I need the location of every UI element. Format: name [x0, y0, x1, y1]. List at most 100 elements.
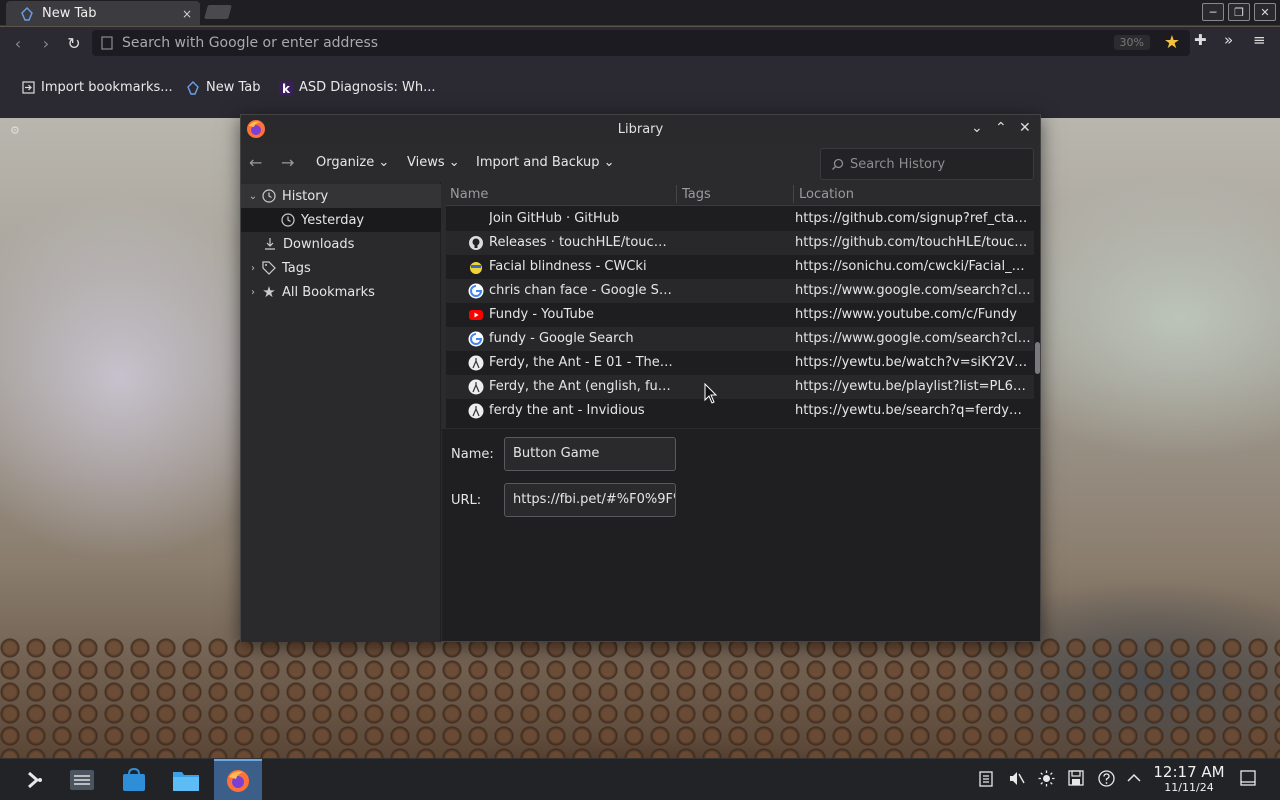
sidebar-item-tags[interactable]: › Tags	[241, 256, 441, 280]
github-icon	[468, 235, 484, 251]
row-location: https://www.google.com/search?clie...	[795, 283, 1031, 298]
invidious-icon	[468, 379, 484, 395]
reload-icon[interactable]: ↻	[60, 29, 88, 57]
desktop-settings-icon[interactable]: ⚙	[10, 124, 20, 137]
minimize-button[interactable]: ─	[1202, 3, 1224, 21]
star-icon: ★	[262, 283, 276, 301]
volume-muted-icon[interactable]	[1008, 770, 1026, 787]
bookmark-asd-diagnosis[interactable]: k ASD Diagnosis: Wh...	[279, 80, 435, 95]
row-name: chris chan face - Google Se...	[489, 283, 674, 298]
name-field[interactable]: Button Game	[504, 437, 676, 471]
url-field[interactable]: https://fbi.pet/#%F0%9F%	[504, 483, 676, 517]
search-placeholder: Search History	[850, 156, 946, 172]
row-name: Ferdy, the Ant (english, full ...	[489, 379, 674, 394]
brightness-icon[interactable]	[1038, 770, 1055, 787]
close-window-button[interactable]: ✕	[1254, 3, 1276, 21]
app-launcher-icon[interactable]	[12, 759, 56, 800]
show-desktop-icon[interactable]	[1240, 770, 1256, 786]
bookmark-label: Import bookmarks...	[41, 80, 173, 95]
table-row[interactable]: Releases · touchHLE/touch... https://git…	[446, 231, 1034, 255]
back-arrow-icon[interactable]: ←	[249, 153, 262, 172]
system-settings-icon[interactable]	[60, 759, 104, 800]
download-icon	[261, 236, 279, 252]
firefox-taskbar-icon[interactable]	[214, 759, 262, 800]
clock-icon	[279, 212, 297, 228]
table-scrollbar[interactable]	[1035, 342, 1040, 374]
views-menu[interactable]: Views ⌄	[407, 155, 460, 170]
library-toolbar: ← → Organize ⌄ Views ⌄ Import and Backup…	[241, 145, 1040, 181]
firefox-icon	[20, 6, 34, 21]
history-table: Name Tags Location Join GitHub · GitHub …	[446, 182, 1040, 428]
search-history-input[interactable]: Search History	[820, 148, 1034, 180]
bookmark-import[interactable]: Import bookmarks...	[22, 80, 173, 95]
forward-icon[interactable]: ›	[32, 29, 60, 57]
organize-menu[interactable]: Organize ⌄	[316, 155, 389, 170]
table-row[interactable]: fundy - Google Search https://www.google…	[446, 327, 1034, 351]
bookmark-star-icon[interactable]: ★	[1164, 32, 1180, 53]
save-disk-icon[interactable]	[1068, 770, 1084, 786]
address-bar[interactable]: Search with Google or enter address 30% …	[92, 30, 1190, 56]
row-name: Releases · touchHLE/touch...	[489, 235, 674, 250]
table-row[interactable]: chris chan face - Google Se... https://w…	[446, 279, 1034, 303]
table-row[interactable]: Ferdy, the Ant (english, full ... https:…	[446, 375, 1034, 399]
maximize-chevron-icon[interactable]: ⌃	[995, 120, 1007, 136]
page-icon	[101, 36, 113, 50]
tab-close-icon[interactable]: ×	[182, 7, 192, 21]
library-close-icon[interactable]: ✕	[1019, 120, 1031, 136]
library-titlebar: Library ⌄ ⌃ ✕	[241, 115, 1040, 143]
back-icon[interactable]: ‹	[4, 29, 32, 57]
sidebar-item-yesterday[interactable]: Yesterday	[241, 208, 441, 232]
zoom-level-indicator[interactable]: 30%	[1113, 35, 1150, 50]
discover-store-icon[interactable]	[112, 759, 156, 800]
tray-expand-chevron-icon[interactable]	[1126, 770, 1142, 786]
library-title: Library	[617, 121, 664, 137]
sidebar-item-all-bookmarks[interactable]: › ★ All Bookmarks	[241, 280, 441, 304]
tab-new-tab[interactable]: New Tab ×	[6, 1, 200, 26]
row-location: https://yewtu.be/watch?v=siKY2VRy0...	[795, 355, 1031, 370]
help-icon[interactable]	[1098, 770, 1115, 787]
row-name: ferdy the ant - Invidious	[489, 403, 645, 418]
tag-icon	[260, 260, 278, 276]
mouse-cursor-icon	[704, 383, 718, 405]
row-location: https://yewtu.be/search?q=ferdy+the...	[795, 403, 1031, 418]
bookmark-label: ASD Diagnosis: Wh...	[299, 80, 436, 95]
sidebar-item-history[interactable]: ⌄ History	[241, 184, 441, 208]
table-row[interactable]: ferdy the ant - Invidious https://yewtu.…	[446, 399, 1034, 423]
chevron-right-icon[interactable]: ›	[246, 263, 260, 274]
row-name: Ferdy, the Ant - E 01 - The d...	[489, 355, 674, 370]
address-input[interactable]: Search with Google or enter address	[122, 35, 1190, 51]
bookmark-new-tab[interactable]: New Tab	[186, 80, 261, 95]
table-row[interactable]: Ferdy, the Ant - E 01 - The d... https:/…	[446, 351, 1034, 375]
chevron-right-icon[interactable]: ›	[246, 287, 260, 298]
url-label: URL:	[451, 493, 482, 508]
column-header-name[interactable]: Name	[450, 187, 488, 202]
import-backup-menu[interactable]: Import and Backup ⌄	[476, 155, 615, 170]
table-row[interactable]: Facial blindness - CWCki https://sonichu…	[446, 255, 1034, 279]
clock-date: 11/11/24	[1164, 781, 1214, 794]
sidebar-item-downloads[interactable]: Downloads	[241, 232, 441, 256]
new-tab-button[interactable]	[204, 5, 232, 19]
hamburger-menu-icon[interactable]: ≡	[1253, 31, 1266, 49]
minimize-chevron-icon[interactable]: ⌄	[971, 120, 983, 136]
overflow-chevron-icon[interactable]: »	[1224, 31, 1233, 49]
sidebar-label: Yesterday	[301, 212, 365, 228]
search-icon	[831, 158, 844, 171]
row-location: https://sonichu.com/cwcki/Facial_bli...	[795, 259, 1031, 274]
forward-arrow-icon[interactable]: →	[281, 153, 294, 172]
table-row[interactable]: Fundy - YouTube https://www.youtube.com/…	[446, 303, 1034, 327]
details-pane: Name: Button Game URL: https://fbi.pet/#…	[442, 429, 1040, 641]
taskbar-clock[interactable]: 12:17 AM 11/11/24	[1150, 764, 1228, 795]
navigation-toolbar: ‹ › ↻ Search with Google or enter addres…	[0, 27, 1280, 59]
clipboard-icon[interactable]	[979, 770, 993, 787]
restore-button[interactable]: ❐	[1228, 3, 1250, 21]
clock-icon	[260, 188, 278, 204]
library-window: Library ⌄ ⌃ ✕ ← → Organize ⌄ Views ⌄ Imp…	[240, 114, 1041, 642]
column-header-tags[interactable]: Tags	[682, 187, 711, 202]
row-location: https://yewtu.be/playlist?list=PL6361...	[795, 379, 1031, 394]
table-row[interactable]: Join GitHub · GitHub https://github.com/…	[446, 207, 1034, 231]
column-header-location[interactable]: Location	[799, 187, 854, 202]
file-manager-icon[interactable]	[164, 759, 208, 800]
extensions-icon[interactable]: ✚	[1194, 31, 1207, 49]
chevron-down-icon[interactable]: ⌄	[246, 191, 260, 202]
tab-title: New Tab	[42, 6, 97, 21]
